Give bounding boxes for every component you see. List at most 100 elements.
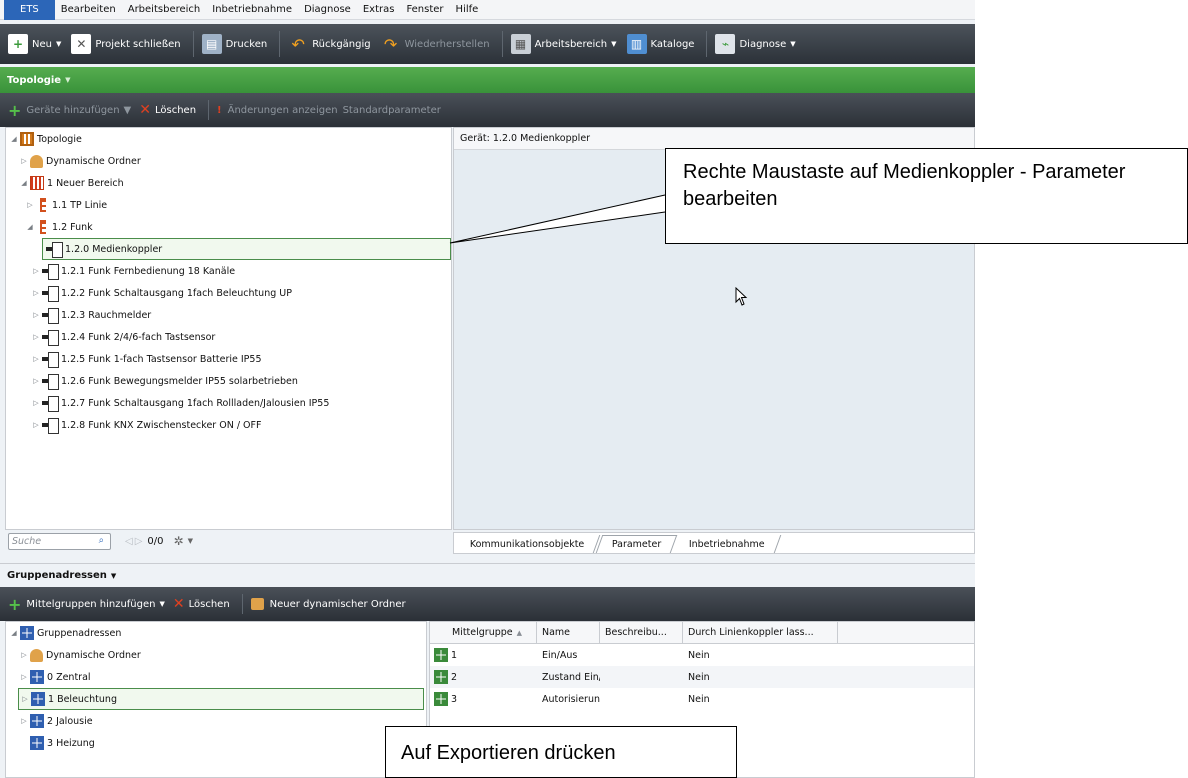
diagnostics-button[interactable]: ⌁ Diagnose ▼ <box>715 34 796 54</box>
table-row[interactable]: 3 Autorisierun Nein <box>430 688 974 710</box>
menu-hilfe[interactable]: Hilfe <box>450 4 485 15</box>
close-project-button[interactable]: ✕ Projekt schließen <box>71 34 181 54</box>
column-header-middle-group[interactable]: Mittelgruppe ▲ <box>430 622 537 643</box>
collapsed-arrow-icon[interactable]: ▷ <box>18 157 30 165</box>
tree-item-group-root[interactable]: ◢ Gruppenadressen <box>8 622 121 644</box>
tree-item-device[interactable]: ▷ 1.2.4 Funk 2/4/6-fach Tastsensor <box>30 326 215 348</box>
collapsed-arrow-icon[interactable]: ▷ <box>24 201 36 209</box>
tree-item-device[interactable]: ▷ 1.2.7 Funk Schaltausgang 1fach Rolllad… <box>30 392 329 414</box>
redo-icon: ↷ <box>383 34 398 54</box>
tree-item-topologie[interactable]: ◢ Topologie <box>8 128 82 150</box>
table-cell-name: Autorisierun <box>542 693 600 705</box>
tree-item-label: 1.2.5 Funk 1-fach Tastsensor Batterie IP… <box>61 353 262 365</box>
tree-item-device[interactable]: ▷ 1.2.6 Funk Bewegungsmelder IP55 solarb… <box>30 370 298 392</box>
collapsed-arrow-icon[interactable]: ▷ <box>30 289 42 297</box>
device-icon <box>42 330 59 346</box>
undo-label: Rückgängig <box>312 38 371 50</box>
topology-panel-header[interactable]: Topologie ▼ <box>0 67 975 93</box>
undo-button[interactable]: ↶ Rückgängig <box>288 34 370 54</box>
table-row[interactable]: 2 Zustand Ein/ Nein <box>430 666 974 688</box>
collapsed-arrow-icon[interactable]: ▷ <box>18 673 30 681</box>
chevron-down-icon: ▼ <box>110 571 117 580</box>
delete-button[interactable]: Löschen <box>155 105 196 116</box>
catalogs-label: Kataloge <box>650 38 695 50</box>
menu-extras[interactable]: Extras <box>357 4 401 15</box>
expanded-arrow-icon[interactable]: ◢ <box>18 179 30 187</box>
delete-button[interactable]: Löschen <box>189 599 230 610</box>
column-header-description[interactable]: Beschreibu... <box>600 622 683 643</box>
expanded-arrow-icon[interactable]: ◢ <box>8 135 20 143</box>
tree-item-device[interactable]: ▷ 1.2.5 Funk 1-fach Tastsensor Batterie … <box>30 348 262 370</box>
search-input[interactable]: Suche ⌕ <box>8 532 111 550</box>
tree-item-device[interactable]: ▷ 1.2.1 Funk Fernbedienung 18 Kanäle <box>30 260 235 282</box>
tree-item-device-selected[interactable]: 1.2.0 Medienkoppler <box>42 238 451 260</box>
show-changes-button[interactable]: Änderungen anzeigen <box>228 105 338 116</box>
dynamic-folder-icon <box>30 648 43 662</box>
tree-item-label: 1.2.6 Funk Bewegungsmelder IP55 solarbet… <box>61 375 298 387</box>
next-icon[interactable]: ▷ <box>135 536 143 547</box>
group-addresses-panel-header[interactable]: Gruppenadressen ▼ <box>0 563 975 587</box>
menu-diagnose[interactable]: Diagnose <box>298 4 357 15</box>
menu-bar: ETS Bearbeiten Arbeitsbereich Inbetriebn… <box>0 0 975 20</box>
expanded-arrow-icon[interactable]: ◢ <box>24 223 36 231</box>
menu-bearbeiten[interactable]: Bearbeiten <box>55 4 122 15</box>
menu-arbeitsbereich[interactable]: Arbeitsbereich <box>122 4 207 15</box>
column-header-pass-line-coupler[interactable]: Durch Linienkoppler lass... <box>683 622 838 643</box>
tree-item-label: 2 Jalousie <box>47 715 93 727</box>
tree-item-device[interactable]: ▷ 1.2.8 Funk KNX Zwischenstecker ON / OF… <box>30 414 261 436</box>
tree-item-device[interactable]: ▷ 1.2.2 Funk Schaltausgang 1fach Beleuch… <box>30 282 292 304</box>
collapsed-arrow-icon[interactable]: ▷ <box>30 399 42 407</box>
previous-icon[interactable]: ◁ <box>125 536 133 547</box>
tree-item-main-group[interactable]: 3 Heizung <box>30 732 95 754</box>
column-header-name[interactable]: Name <box>537 622 600 643</box>
chevron-down-icon[interactable]: ▼ <box>188 537 193 545</box>
tree-item-main-group[interactable]: ▷ 2 Jalousie <box>18 710 93 732</box>
tree-item-area[interactable]: ◢ 1 Neuer Bereich <box>18 172 124 194</box>
collapsed-arrow-icon[interactable]: ▷ <box>18 717 30 725</box>
menu-fenster[interactable]: Fenster <box>400 4 449 15</box>
default-params-button[interactable]: Standardparameter <box>343 105 441 116</box>
tab-parameter[interactable]: Parameter <box>596 535 679 553</box>
new-button[interactable]: + Neu ▼ <box>8 34 61 54</box>
collapsed-arrow-icon[interactable]: ▷ <box>30 311 42 319</box>
collapsed-arrow-icon[interactable]: ▷ <box>18 651 30 659</box>
tree-item-device[interactable]: ▷ 1.2.3 Rauchmelder <box>30 304 151 326</box>
toolbar-separator <box>706 31 708 57</box>
group-addresses-tree: ◢ Gruppenadressen ▷ Dynamische Ordner ▷ … <box>5 621 427 778</box>
collapsed-arrow-icon[interactable]: ▷ <box>30 267 42 275</box>
add-middle-groups-button[interactable]: Mittelgruppen hinzufügen <box>26 599 155 610</box>
table-row[interactable]: 1 Ein/Aus Nein <box>430 644 974 666</box>
redo-button[interactable]: ↷ Wiederherstellen <box>381 34 490 54</box>
search-icon[interactable]: ⌕ <box>99 535 104 546</box>
collapsed-arrow-icon[interactable]: ▷ <box>30 421 42 429</box>
callout-right-click-hint: Rechte Maustaste auf Medienkoppler - Par… <box>665 148 1188 244</box>
tree-item-line-rf[interactable]: ◢ 1.2 Funk <box>24 216 93 238</box>
tree-item-main-group-selected[interactable]: ▷ 1 Beleuchtung <box>18 688 424 710</box>
collapsed-arrow-icon[interactable]: ▷ <box>30 377 42 385</box>
expanded-arrow-icon[interactable]: ◢ <box>8 629 20 637</box>
menu-inbetriebnahme[interactable]: Inbetriebnahme <box>206 4 298 15</box>
tree-item-dynamic-folders[interactable]: ▷ Dynamische Ordner <box>18 644 141 666</box>
tree-item-label: 1.2.7 Funk Schaltausgang 1fach Rollladen… <box>61 397 330 409</box>
collapsed-arrow-icon[interactable]: ▷ <box>19 695 31 703</box>
search-placeholder: Suche <box>12 535 42 547</box>
workspace-button[interactable]: ▦ Arbeitsbereich ▼ <box>510 34 617 54</box>
middle-group-icon <box>434 692 448 706</box>
collapsed-arrow-icon[interactable]: ▷ <box>30 355 42 363</box>
tab-communication-objects[interactable]: Kommunikationsobjekte <box>454 535 601 553</box>
new-dynamic-folder-button[interactable]: Neuer dynamischer Ordner <box>270 599 406 610</box>
tree-item-label: 1.2.3 Rauchmelder <box>61 309 152 321</box>
tree-item-main-group[interactable]: ▷ 0 Zentral <box>18 666 91 688</box>
tab-label: Parameter <box>612 539 662 550</box>
menu-ets[interactable]: ETS <box>4 0 55 20</box>
tab-commissioning[interactable]: Inbetriebnahme <box>673 535 781 553</box>
gear-icon[interactable]: ✲ <box>174 534 184 548</box>
collapsed-arrow-icon[interactable]: ▷ <box>30 333 42 341</box>
print-button[interactable]: ▤ Drucken <box>201 34 267 54</box>
add-devices-button[interactable]: Geräte hinzufügen <box>26 105 119 116</box>
toolbar-separator <box>279 31 281 57</box>
line-icon <box>40 220 46 234</box>
tree-item-line-tp[interactable]: ▷ 1.1 TP Linie <box>24 194 107 216</box>
catalogs-button[interactable]: ▥ Kataloge <box>626 34 695 54</box>
tree-item-dynamic-folders[interactable]: ▷ Dynamische Ordner <box>18 150 141 172</box>
